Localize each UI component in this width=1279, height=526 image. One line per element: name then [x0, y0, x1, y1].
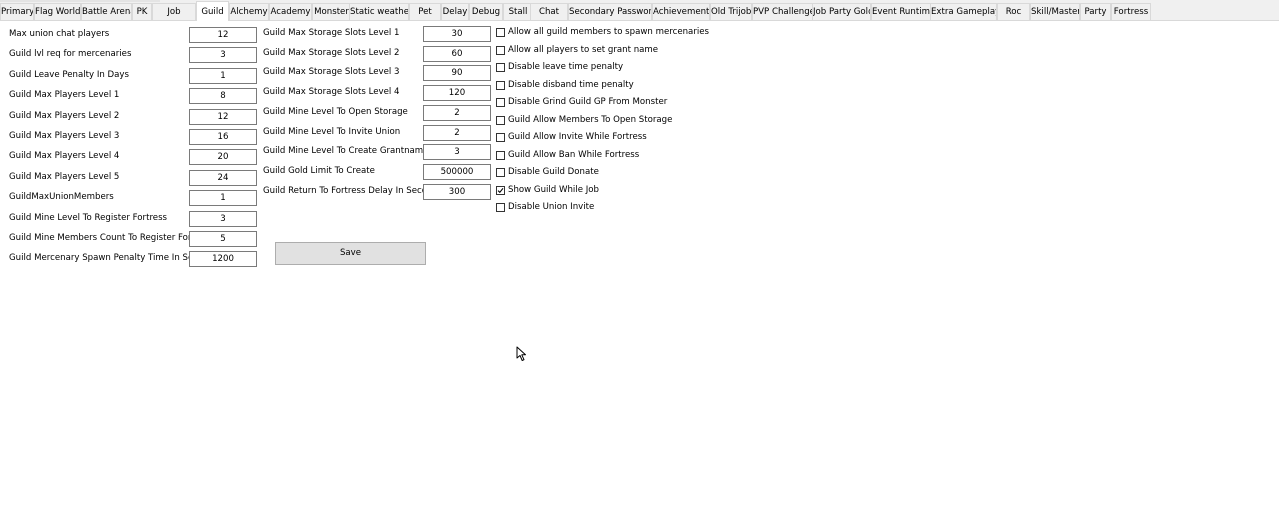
checkbox-label[interactable]: Disable Union Invite	[508, 201, 594, 213]
mouse-cursor-icon	[516, 346, 526, 361]
checkbox-label[interactable]: Disable Grind Guild GP From Monster	[508, 96, 667, 108]
left-field-input[interactable]: 20	[189, 149, 257, 166]
checkbox-label[interactable]: Guild Allow Members To Open Storage	[508, 114, 672, 126]
tab-pvp-challenge[interactable]: PVP Challenge	[752, 3, 814, 20]
middle-field-input[interactable]: 2	[423, 104, 491, 121]
checkbox-label[interactable]: Disable Guild Donate	[508, 166, 599, 178]
tab-chat[interactable]: Chat	[530, 3, 568, 20]
left-field-input[interactable]: 3	[189, 47, 257, 64]
left-field-label: Guild Max Players Level 2	[9, 110, 120, 121]
tab-achievements[interactable]: Achievements	[652, 3, 710, 20]
left-field-label: Guild Mine Level To Register Fortress	[9, 212, 168, 223]
tab-event-runtime[interactable]: Event Runtime	[871, 3, 931, 20]
left-field-label: Guild lvl req for mercenaries	[9, 49, 132, 60]
save-button[interactable]: Save	[275, 242, 426, 265]
left-field-input[interactable]: 16	[189, 129, 257, 145]
left-field-input[interactable]: 12	[189, 27, 257, 43]
tab-skill-mastery[interactable]: Skill/Mastery	[1030, 3, 1080, 20]
tab-debug[interactable]: Debug	[469, 3, 503, 20]
tab-alchemy[interactable]: Alchemy	[229, 3, 269, 20]
checkbox-label[interactable]: Allow all players to set grant name	[508, 44, 658, 56]
left-field-input[interactable]: 1200	[189, 251, 257, 268]
tab-monster[interactable]: Monster	[312, 3, 351, 20]
middle-field-input[interactable]: 60	[423, 45, 491, 62]
left-field-label: Max union chat players	[9, 29, 110, 39]
middle-field-input[interactable]: 30	[423, 26, 491, 42]
checkbox-label[interactable]: Guild Allow Ban While Fortress	[508, 149, 639, 161]
checkbox-disable-guild-donate[interactable]	[496, 168, 505, 177]
checkbox-label[interactable]: Allow all guild members to spawn mercena…	[508, 26, 709, 38]
tab-battle-arena[interactable]: Battle Arena	[81, 3, 132, 20]
checkbox-guild-allow-ban-while-fortress[interactable]	[496, 150, 505, 160]
tab-party[interactable]: Party	[1080, 3, 1111, 20]
tab-old-trijob[interactable]: Old Trijob	[710, 3, 752, 20]
tab-academy[interactable]: Academy	[269, 3, 312, 20]
middle-field-label: Guild Max Storage Slots Level 2	[263, 47, 400, 58]
tab-primary[interactable]: Primary	[0, 3, 34, 20]
tab-bar-divider	[0, 20, 1279, 21]
tab-flag-world[interactable]: Flag World	[34, 3, 81, 20]
left-field-input[interactable]: 3	[189, 210, 257, 227]
middle-field-input[interactable]: 300	[423, 183, 491, 200]
left-field-label: Guild Max Players Level 4	[9, 151, 120, 162]
checkbox-label[interactable]: Disable disband time penalty	[508, 79, 634, 91]
checkbox-guild-allow-invite-while-fortress[interactable]	[496, 133, 505, 142]
left-field-input[interactable]: 1	[189, 67, 257, 84]
left-field-label: GuildMaxUnionMembers	[9, 192, 114, 203]
checkbox-disable-leave-time-penalty[interactable]	[496, 63, 505, 72]
middle-field-input[interactable]: 3	[423, 144, 491, 161]
checkbox-allow-all-guild-members-to-spawn-mercenaries[interactable]	[496, 28, 505, 37]
left-field-label: Guild Max Players Level 3	[9, 131, 120, 141]
tab-fortress[interactable]: Fortress	[1111, 3, 1151, 20]
tab-bar-top-strip	[0, 0, 160, 2]
tab-guild[interactable]: Guild	[196, 1, 229, 21]
middle-field-label: Guild Mine Level To Create Grantname	[263, 146, 429, 157]
middle-field-label: Guild Max Storage Slots Level 1	[263, 28, 400, 38]
tab-roc[interactable]: Roc	[997, 3, 1030, 20]
left-field-input[interactable]: 1	[189, 190, 257, 207]
tab-stall[interactable]: Stall	[503, 3, 533, 20]
left-field-label: Guild Mine Members Count To Register For…	[9, 233, 213, 243]
middle-field-label: Guild Mine Level To Invite Union	[263, 126, 401, 137]
left-field-label: Guild Leave Penalty In Days	[9, 69, 129, 80]
left-field-input[interactable]: 5	[189, 231, 257, 247]
middle-field-label: Guild Gold Limit To Create	[263, 165, 375, 176]
left-field-label: Guild Max Players Level 5	[9, 171, 120, 182]
checkbox-show-guild-while-job[interactable]	[496, 185, 505, 195]
left-field-input[interactable]: 24	[189, 169, 257, 186]
tab-job-party-gold[interactable]: Job Party Gold	[812, 3, 871, 20]
tab-delay[interactable]: Delay	[441, 3, 469, 20]
tab-pet[interactable]: Pet	[409, 3, 441, 20]
tab-job[interactable]: Job	[152, 3, 196, 20]
middle-field-label: Guild Max Storage Slots Level 3	[263, 67, 400, 78]
checkbox-label[interactable]: Show Guild While Job	[508, 184, 599, 196]
left-field-label: Guild Mercenary Spawn Penalty Time In Se…	[9, 253, 219, 264]
checkmark-icon	[497, 187, 504, 193]
checkbox-disable-grind-guild-gp-from-monster[interactable]	[496, 98, 505, 107]
middle-field-input[interactable]: 2	[423, 124, 491, 141]
middle-field-input[interactable]: 120	[423, 85, 491, 102]
left-field-input[interactable]: 12	[189, 108, 257, 125]
left-field-label: Guild Max Players Level 1	[9, 90, 120, 101]
middle-field-label: Guild Return To Fortress Delay In Second…	[263, 185, 443, 196]
tab-secondary-password[interactable]: Secondary Password	[568, 3, 652, 20]
checkbox-allow-all-players-to-set-grant-name[interactable]	[496, 45, 505, 55]
tab-static-weather[interactable]: Static weather	[349, 3, 409, 20]
checkbox-disable-disband-time-penalty[interactable]	[496, 80, 505, 90]
checkbox-guild-allow-members-to-open-storage[interactable]	[496, 115, 505, 125]
tab-extra-gameplay[interactable]: Extra Gameplay	[930, 3, 997, 20]
tab-pk[interactable]: PK	[132, 3, 152, 20]
middle-field-input[interactable]: 90	[423, 65, 491, 82]
middle-field-label: Guild Mine Level To Open Storage	[263, 106, 408, 117]
checkbox-label[interactable]: Disable leave time penalty	[508, 61, 623, 73]
left-field-input[interactable]: 8	[189, 88, 257, 105]
middle-field-input[interactable]: 500000	[423, 163, 491, 180]
checkbox-disable-union-invite[interactable]	[496, 203, 505, 212]
checkbox-label[interactable]: Guild Allow Invite While Fortress	[508, 131, 647, 143]
middle-field-label: Guild Max Storage Slots Level 4	[263, 87, 400, 98]
